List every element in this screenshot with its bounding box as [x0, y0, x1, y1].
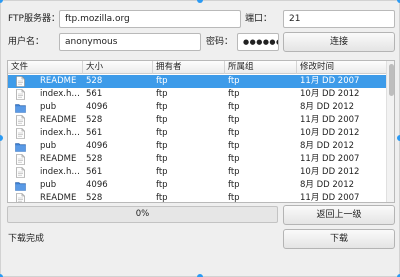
file-icon [15, 193, 26, 202]
cell-size: 528 [86, 193, 103, 203]
header-size[interactable]: 大小 [83, 61, 153, 74]
cell-name: pub [40, 102, 57, 112]
table-header: 文件 大小 拥有者 所属组 修改时间 [8, 61, 386, 74]
cell-name: README [40, 76, 77, 86]
cell-group: ftp [228, 76, 240, 86]
table-row[interactable]: README 528 ftp ftp 11月 DD 2007 [8, 192, 386, 203]
back-button[interactable]: 返回上一级 [283, 205, 395, 225]
cell-name: pub [40, 141, 57, 151]
cell-size: 561 [86, 89, 103, 99]
cell-size: 561 [86, 167, 103, 177]
cell-modified: 11月 DD 2007 [300, 193, 360, 203]
cell-modified: 11月 DD 2007 [300, 115, 360, 125]
cell-name: index.h… [40, 89, 80, 99]
cell-modified: 8月 DD 2012 [300, 180, 355, 190]
cell-modified: 8月 DD 2012 [300, 141, 355, 151]
ftp-window: FTP服务器： ftp.mozilla.org 端口： 21 用户名： anon… [0, 0, 400, 277]
table-row[interactable]: README 528 ftp ftp 11月 DD 2007 [8, 114, 386, 127]
cell-owner: ftp [156, 76, 168, 86]
header-name[interactable]: 文件 [8, 61, 83, 74]
cell-size: 528 [86, 115, 103, 125]
cell-name: index.h… [40, 128, 80, 138]
header-modified[interactable]: 修改时间 [297, 61, 386, 74]
table-row[interactable]: index.h… 561 ftp ftp 10月 DD 2012 [8, 88, 386, 101]
cell-name: index.h… [40, 167, 80, 177]
port-label: 端口： [245, 14, 273, 24]
folder-icon [15, 180, 26, 191]
table-row[interactable]: pub 4096 ftp ftp 8月 DD 2012 [8, 140, 386, 153]
table-row[interactable]: README 528 ftp ftp 11月 DD 2007 [8, 153, 386, 166]
cell-group: ftp [228, 167, 240, 177]
cell-name: README [40, 193, 77, 203]
cell-owner: ftp [156, 102, 168, 112]
cell-modified: 11月 DD 2007 [300, 76, 360, 86]
cell-name: README [40, 154, 77, 164]
file-list[interactable]: 文件 大小 拥有者 所属组 修改时间 README 528 ftp ftp 11月 DD… [7, 60, 395, 203]
table-row[interactable]: index.h… 561 ftp ftp 10月 DD 2012 [8, 166, 386, 179]
cell-size: 528 [86, 76, 103, 86]
cell-size: 4096 [86, 141, 108, 151]
user-input[interactable]: anonymous [59, 33, 201, 51]
header-group[interactable]: 所属组 [225, 61, 297, 74]
cell-group: ftp [228, 128, 240, 138]
server-input[interactable]: ftp.mozilla.org [59, 10, 241, 28]
connect-button[interactable]: 连接 [283, 32, 395, 52]
cell-group: ftp [228, 141, 240, 151]
progress-text: 0% [135, 209, 150, 219]
cell-modified: 11月 DD 2007 [300, 154, 360, 164]
file-icon [15, 128, 26, 139]
cell-modified: 10月 DD 2012 [300, 128, 360, 138]
cell-name: README [40, 115, 77, 125]
user-label: 用户名： [8, 37, 45, 47]
folder-icon [15, 141, 26, 152]
cell-name: pub [40, 180, 57, 190]
cell-group: ftp [228, 115, 240, 125]
table-row[interactable]: pub 4096 ftp ftp 8月 DD 2012 [8, 101, 386, 114]
password-label: 密码： [206, 37, 234, 47]
scrollbar-thumb[interactable] [389, 64, 394, 96]
table-row[interactable]: pub 4096 ftp ftp 8月 DD 2012 [8, 179, 386, 192]
table-row[interactable]: index.h… 561 ftp ftp 10月 DD 2012 [8, 127, 386, 140]
cell-owner: ftp [156, 167, 168, 177]
file-icon [15, 154, 26, 165]
file-icon [15, 89, 26, 100]
cell-owner: ftp [156, 115, 168, 125]
status-text: 下载完成 [8, 234, 45, 244]
cell-owner: ftp [156, 128, 168, 138]
cell-size: 528 [86, 154, 103, 164]
cell-group: ftp [228, 180, 240, 190]
cell-owner: ftp [156, 154, 168, 164]
cell-owner: ftp [156, 180, 168, 190]
cell-group: ftp [228, 89, 240, 99]
cell-size: 561 [86, 128, 103, 138]
cell-group: ftp [228, 154, 240, 164]
file-icon [15, 167, 26, 178]
header-owner[interactable]: 拥有者 [153, 61, 225, 74]
password-input[interactable]: ●●●●●● [237, 33, 279, 51]
cell-group: ftp [228, 193, 240, 203]
cell-owner: ftp [156, 193, 168, 203]
port-input[interactable]: 21 [283, 10, 395, 28]
cell-owner: ftp [156, 141, 168, 151]
cell-modified: 10月 DD 2012 [300, 89, 360, 99]
folder-icon [15, 102, 26, 113]
cell-owner: ftp [156, 89, 168, 99]
download-progress: 0% [7, 206, 278, 223]
cell-modified: 8月 DD 2012 [300, 102, 355, 112]
cell-modified: 10月 DD 2012 [300, 167, 360, 177]
cell-group: ftp [228, 102, 240, 112]
file-icon [15, 115, 26, 126]
cell-size: 4096 [86, 180, 108, 190]
vertical-scrollbar[interactable] [386, 61, 394, 202]
cell-size: 4096 [86, 102, 108, 112]
server-label: FTP服务器： [8, 14, 60, 24]
file-icon [15, 76, 26, 87]
download-button[interactable]: 下载 [283, 229, 395, 249]
table-row[interactable]: README 528 ftp ftp 11月 DD 2007 [8, 75, 386, 88]
